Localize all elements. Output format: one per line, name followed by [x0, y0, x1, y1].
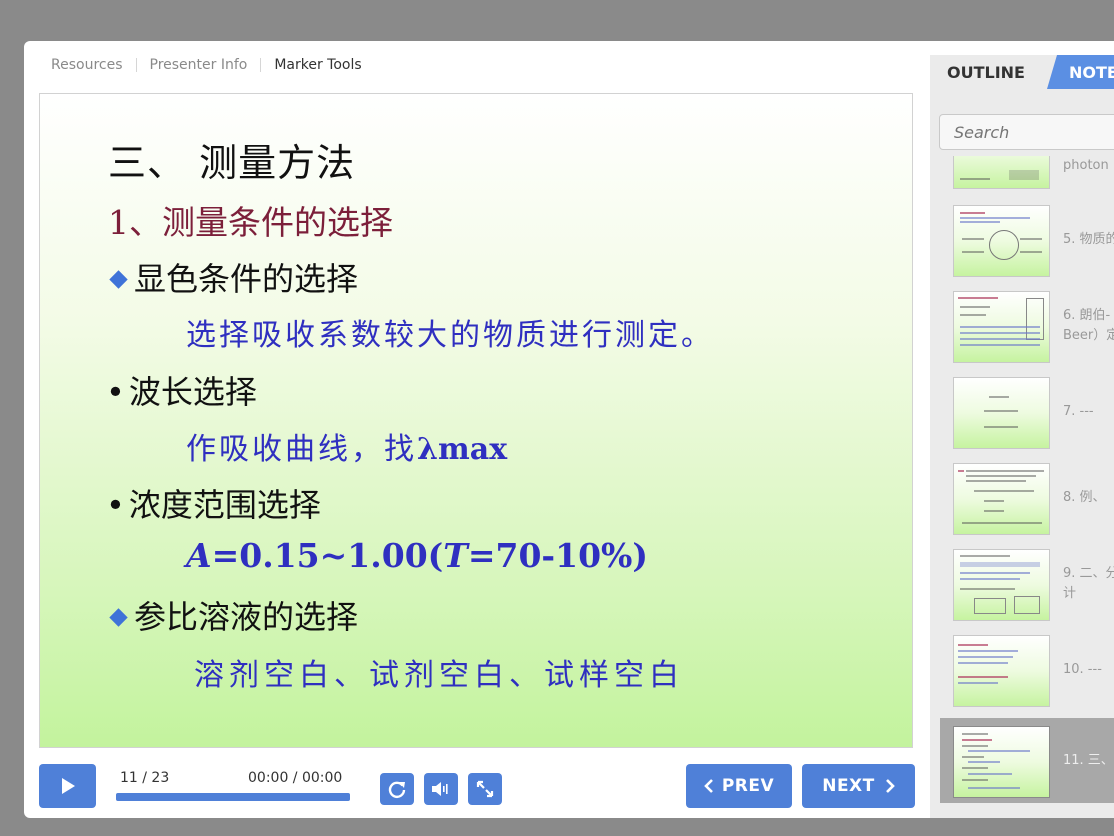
slide-thumbnail	[953, 635, 1050, 707]
nav-divider	[135, 58, 137, 72]
slide-thumbnail	[953, 463, 1050, 535]
slide-thumbnail	[953, 377, 1050, 449]
slide-item-1-heading: 显色条件的选择	[108, 254, 358, 300]
tab-notes[interactable]: NOTE	[1047, 55, 1114, 89]
slide-canvas: 三、 测量方法 1、测量条件的选择 显色条件的选择 选择吸收系数较大的物质进行测…	[39, 93, 913, 748]
outline-list: photon 5. 物质的 6. 朗伯- Beer）定 7. --- 8. 例、…	[930, 156, 1114, 818]
speaker-icon	[432, 782, 448, 796]
slide-thumbnail	[953, 726, 1050, 798]
tab-outline[interactable]: OUTLINE	[930, 55, 1044, 89]
search-input[interactable]	[939, 114, 1114, 150]
slide-thumbnail	[953, 291, 1050, 363]
outline-item[interactable]: 6. 朗伯- Beer）定	[940, 288, 1114, 373]
slide-thumbnail	[953, 156, 1050, 189]
slide-item-4-detail: 溶剂空白、试剂空白、试样空白	[194, 658, 684, 693]
chevron-right-icon	[885, 779, 895, 793]
diamond-bullet-icon	[109, 608, 128, 627]
presenter-info-link[interactable]: Presenter Info	[150, 57, 248, 73]
outline-item-label: 6. 朗伯- Beer）定	[1063, 308, 1114, 343]
slide-title: 三、 测量方法	[108, 141, 356, 185]
replay-icon	[388, 781, 406, 799]
volume-button[interactable]	[424, 773, 458, 805]
expand-icon	[476, 780, 494, 798]
outline-item[interactable]: 7. ---	[940, 374, 1114, 459]
slide-item-2-detail: 作吸收曲线，找λmax	[186, 432, 508, 467]
prev-button[interactable]: PREV	[686, 764, 792, 808]
outline-item[interactable]: photon	[940, 156, 1114, 199]
outline-item[interactable]: 9. 二、分 计	[940, 546, 1114, 631]
outline-item-label: 7. ---	[1063, 404, 1094, 419]
sidebar: OUTLINE NOTE photon	[930, 55, 1114, 818]
slide-item-1-detail: 选择吸收系数较大的物质进行测定。	[186, 318, 714, 353]
dot-bullet-icon: •	[106, 486, 125, 524]
next-button[interactable]: NEXT	[802, 764, 915, 808]
outline-item[interactable]: 8. 例、	[940, 460, 1114, 545]
player-window: Resources Presenter Info Marker Tools 三、…	[24, 41, 1114, 818]
outline-item-active[interactable]: 11. 三、	[940, 718, 1114, 803]
chevron-left-icon	[703, 779, 713, 793]
slide-subtitle: 1、测量条件的选择	[108, 203, 393, 242]
resources-link[interactable]: Resources	[51, 57, 123, 73]
outline-item-label: photon	[1063, 158, 1109, 173]
fullscreen-button[interactable]	[468, 773, 502, 805]
outline-item-label: 8. 例、	[1063, 490, 1106, 505]
slide-thumbnail	[953, 205, 1050, 277]
slide-item-3-heading: • 浓度范围选择	[106, 486, 321, 524]
slide-item-2-heading: • 波长选择	[106, 373, 257, 411]
dot-bullet-icon: •	[106, 373, 125, 411]
slide-item-4-heading: 参比溶液的选择	[108, 592, 358, 638]
outline-item-label: 5. 物质的	[1063, 232, 1114, 247]
play-icon	[61, 778, 75, 794]
progress-fill	[116, 793, 350, 801]
time-display: 00:00 / 00:00	[248, 770, 343, 786]
replay-button[interactable]	[380, 773, 414, 805]
nav-divider	[260, 58, 262, 72]
slide-item-3-detail: A=0.15~1.00(T=70-10%)	[186, 536, 649, 575]
marker-tools-link[interactable]: Marker Tools	[274, 57, 361, 73]
play-button[interactable]	[39, 764, 96, 808]
outline-item-label: 11. 三、	[1063, 753, 1114, 768]
progress-bar[interactable]	[116, 793, 350, 801]
outline-item[interactable]: 5. 物质的	[940, 202, 1114, 287]
outline-item-label: 10. ---	[1063, 662, 1102, 677]
top-nav: Resources Presenter Info Marker Tools	[51, 55, 362, 75]
slide-counter: 11 / 23	[120, 770, 170, 786]
outline-item-label: 9. 二、分 计	[1063, 566, 1114, 601]
outline-item[interactable]: 10. ---	[940, 632, 1114, 717]
diamond-bullet-icon	[109, 270, 128, 289]
slide-thumbnail	[953, 549, 1050, 621]
